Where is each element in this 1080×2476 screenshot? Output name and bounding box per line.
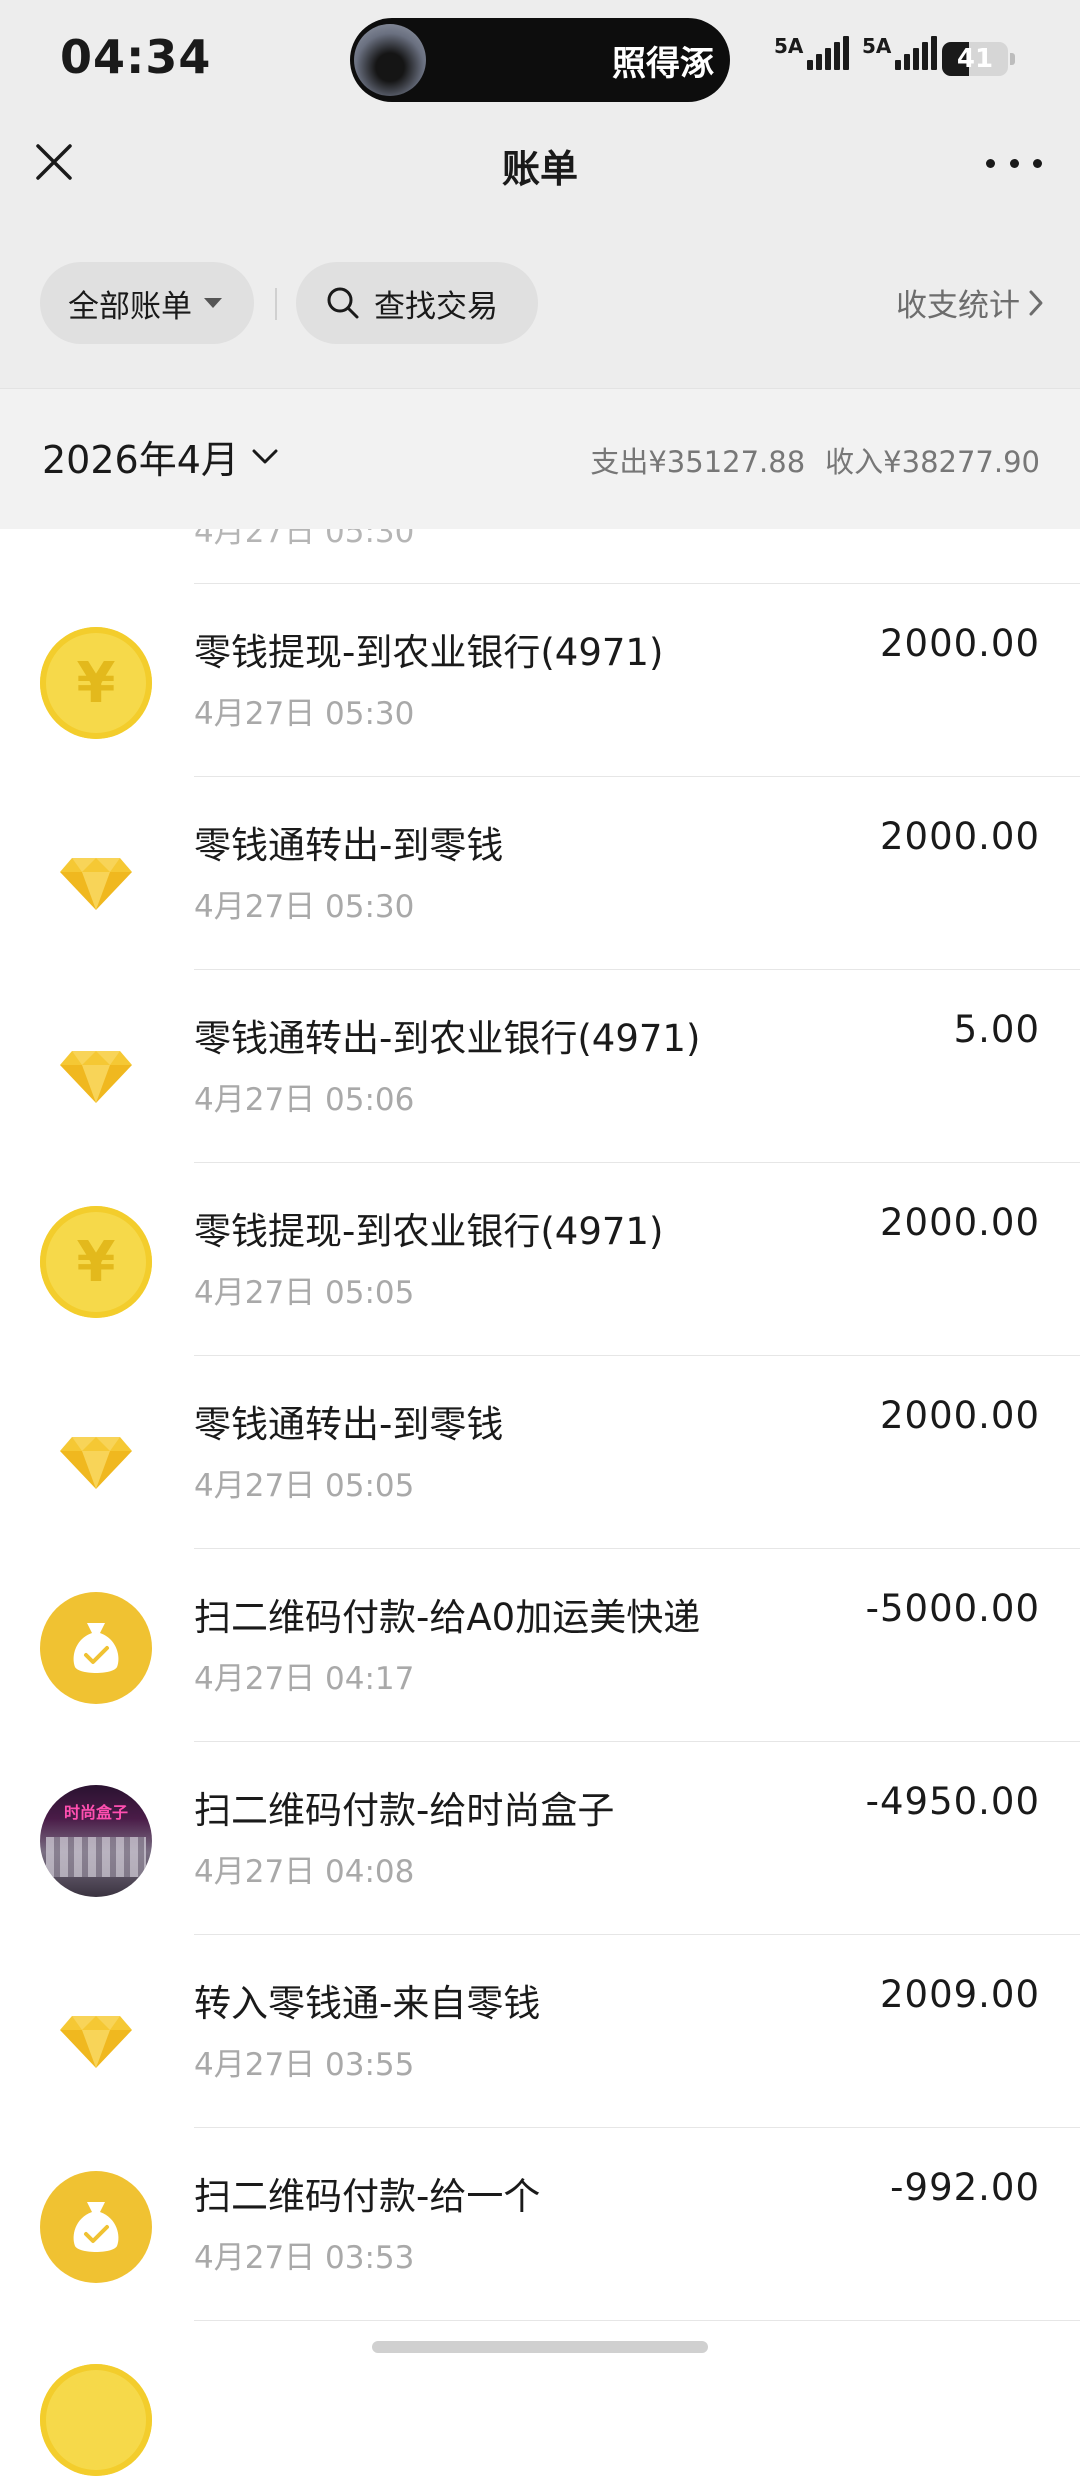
transaction-time: 4月27日 04:08 [194, 1854, 415, 1890]
transaction-row[interactable]: 时尚盒子 扫二维码付款-给时尚盒子 4月27日 04:08 -4950.00 [0, 1742, 1080, 1935]
yuan-coin-icon [40, 2364, 152, 2476]
transaction-title: 转入零钱通-来自零钱 [194, 1982, 541, 2025]
merchant-avatar: 时尚盒子 [40, 1785, 152, 1897]
search-label: 查找交易 [374, 288, 498, 325]
transaction-row[interactable]: 零钱通转出-到零钱 4月27日 05:05 2000.00 [0, 1356, 1080, 1549]
battery-level: 41 [956, 44, 994, 74]
media-thumbnail [354, 24, 426, 96]
transaction-time: 4月27日 05:05 [194, 1468, 415, 1504]
diamond-icon [40, 820, 152, 932]
diamond-icon [40, 1978, 152, 2090]
transaction-amount: 5.00 [953, 1008, 1040, 1051]
transaction-time: 4月27日 03:55 [194, 2047, 415, 2083]
search-icon [327, 287, 359, 319]
transaction-title: 零钱通转出-到零钱 [194, 824, 504, 867]
dynamic-island[interactable]: 照得涿 [350, 18, 730, 102]
transaction-amount: -5000.00 [865, 1587, 1040, 1630]
money-bag-icon [40, 1592, 152, 1704]
signal-label: 5A [774, 34, 804, 58]
transaction-time: 4月27日 05:30 [194, 696, 415, 732]
transaction-row[interactable]: 零钱通转出-到农业银行(4971) 4月27日 05:06 5.00 [0, 970, 1080, 1163]
row-divider [194, 2320, 1080, 2321]
signal-label: 5A [862, 34, 892, 58]
transaction-row[interactable]: ¥ 零钱提现-到农业银行(4971) 4月27日 05:30 2000.00 [0, 584, 1080, 777]
caret-down-icon [204, 298, 222, 308]
transaction-row[interactable]: 扫二维码付款-给A0加运美快递 4月27日 04:17 -5000.00 [0, 1549, 1080, 1742]
month-summary-bar: 2026年4月 支出¥35127.88 收入¥38277.90 [0, 388, 1080, 529]
search-transactions-button[interactable]: 查找交易 [296, 262, 538, 344]
transaction-time: 4月27日 04:17 [194, 1661, 415, 1697]
transaction-amount: 2009.00 [879, 1973, 1040, 2016]
stats-label: 收支统计 [896, 288, 1020, 324]
transaction-amount: -4950.00 [865, 1780, 1040, 1823]
signal-icon: 5A [774, 36, 852, 70]
transaction-amount: 2000.00 [879, 1394, 1040, 1437]
home-indicator[interactable] [372, 2341, 708, 2353]
transaction-title: 扫二维码付款-给一个 [194, 2175, 541, 2218]
transaction-title: 扫二维码付款-给A0加运美快递 [194, 1596, 701, 1639]
page-title: 账单 [501, 147, 578, 191]
month-selector[interactable]: 2026年4月 [42, 429, 279, 484]
more-icon[interactable] [986, 148, 1042, 178]
transaction-row[interactable]: ¥ 零钱提现-到农业银行(4971) 4月27日 05:05 2000.00 [0, 1163, 1080, 1356]
income-total: 收入¥38277.90 [825, 445, 1040, 479]
all-bills-filter[interactable]: 全部账单 [40, 262, 254, 344]
transaction-time: 4月27日 05:30 [194, 889, 415, 925]
diamond-icon [40, 1399, 152, 1511]
status-time: 04:34 [60, 30, 212, 84]
header-area: 04:34 照得涿 5A 5A 41 账单 全部账单 查找交易 收支统计 202… [0, 0, 1080, 529]
transaction-title: 扫二维码付款-给时尚盒子 [194, 1789, 615, 1832]
transaction-time: 4月27日 03:53 [194, 2240, 415, 2276]
stats-link[interactable]: 收支统计 [896, 280, 1044, 325]
battery-icon: 41 [942, 42, 1008, 76]
signal-icon: 5A [862, 36, 940, 70]
transaction-row[interactable]: 零钱通转出-到零钱 4月27日 05:30 2000.00 [0, 777, 1080, 970]
transaction-row[interactable]: 转入零钱通-来自零钱 4月27日 03:55 2009.00 [0, 1935, 1080, 2128]
yuan-coin-icon: ¥ [40, 627, 152, 739]
yuan-coin-icon: ¥ [40, 1206, 152, 1318]
divider [275, 288, 277, 320]
transaction-amount: -992.00 [890, 2166, 1040, 2209]
money-bag-icon [40, 2171, 152, 2283]
transaction-title: 零钱提现-到农业银行(4971) [194, 631, 664, 674]
chevron-down-icon [252, 449, 278, 463]
all-bills-label: 全部账单 [68, 288, 192, 325]
month-totals: 支出¥35127.88 收入¥38277.90 [590, 439, 1040, 481]
island-ticker-text: 照得涿 [612, 44, 714, 84]
transaction-time: 4月27日 05:05 [194, 1275, 415, 1311]
diamond-icon [40, 1013, 152, 1125]
transaction-title: 零钱通转出-到零钱 [194, 1403, 504, 1446]
transaction-time: 4月27日 05:06 [194, 1082, 415, 1118]
battery-cap [1010, 53, 1015, 65]
transaction-amount: 2000.00 [879, 1201, 1040, 1244]
transaction-amount: 2000.00 [879, 815, 1040, 858]
expense-total: 支出¥35127.88 [590, 445, 806, 479]
transaction-amount: 2000.00 [879, 622, 1040, 665]
transaction-title: 零钱提现-到农业银行(4971) [194, 1210, 664, 1253]
chevron-right-icon [1029, 290, 1043, 315]
transaction-row[interactable]: 扫二维码付款-给一个 4月27日 03:53 -992.00 [0, 2128, 1080, 2321]
month-label: 2026年4月 [42, 438, 239, 482]
transaction-title: 零钱通转出-到农业银行(4971) [194, 1017, 701, 1060]
